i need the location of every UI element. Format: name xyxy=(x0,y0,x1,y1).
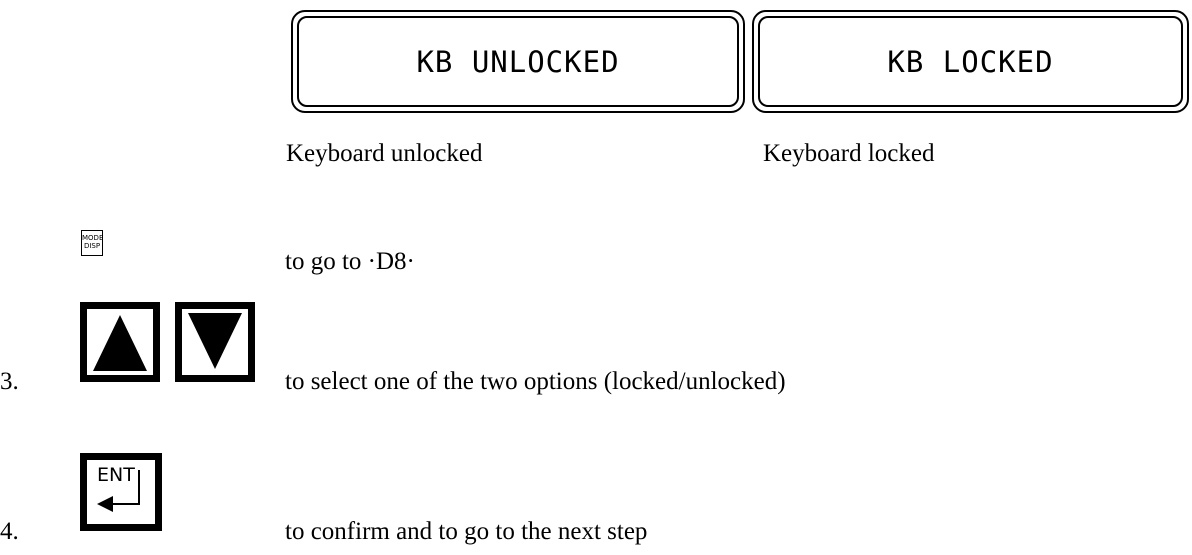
lcd-display-locked: KB LOCKED xyxy=(752,10,1189,113)
lcd-display-unlocked-text: KB UNLOCKED xyxy=(297,16,739,107)
mode-disp-key-icon: MODE DISP xyxy=(81,230,103,256)
disp-key-label: DISP xyxy=(83,242,101,250)
enter-key-icon: ENT xyxy=(80,453,162,531)
mode-key-label: MODE xyxy=(82,234,104,242)
step-confirm: to confirm and to go to the next step xyxy=(285,518,648,545)
step-select-option: to select one of the two options (locked… xyxy=(285,368,786,395)
caption-keyboard-locked: Keyboard locked xyxy=(763,140,935,167)
down-arrow-key-icon xyxy=(175,302,255,382)
step-number-3: 3. xyxy=(0,368,19,395)
step-go-to-d8: to go to ·D8· xyxy=(285,248,415,275)
enter-return-arrow-icon xyxy=(97,470,140,512)
up-arrow-key-icon xyxy=(80,302,160,382)
step-number-4: 4. xyxy=(0,518,19,545)
lcd-display-unlocked: KB UNLOCKED xyxy=(291,10,745,113)
lcd-display-locked-text: KB LOCKED xyxy=(758,16,1183,107)
caption-keyboard-unlocked: Keyboard unlocked xyxy=(286,140,483,167)
